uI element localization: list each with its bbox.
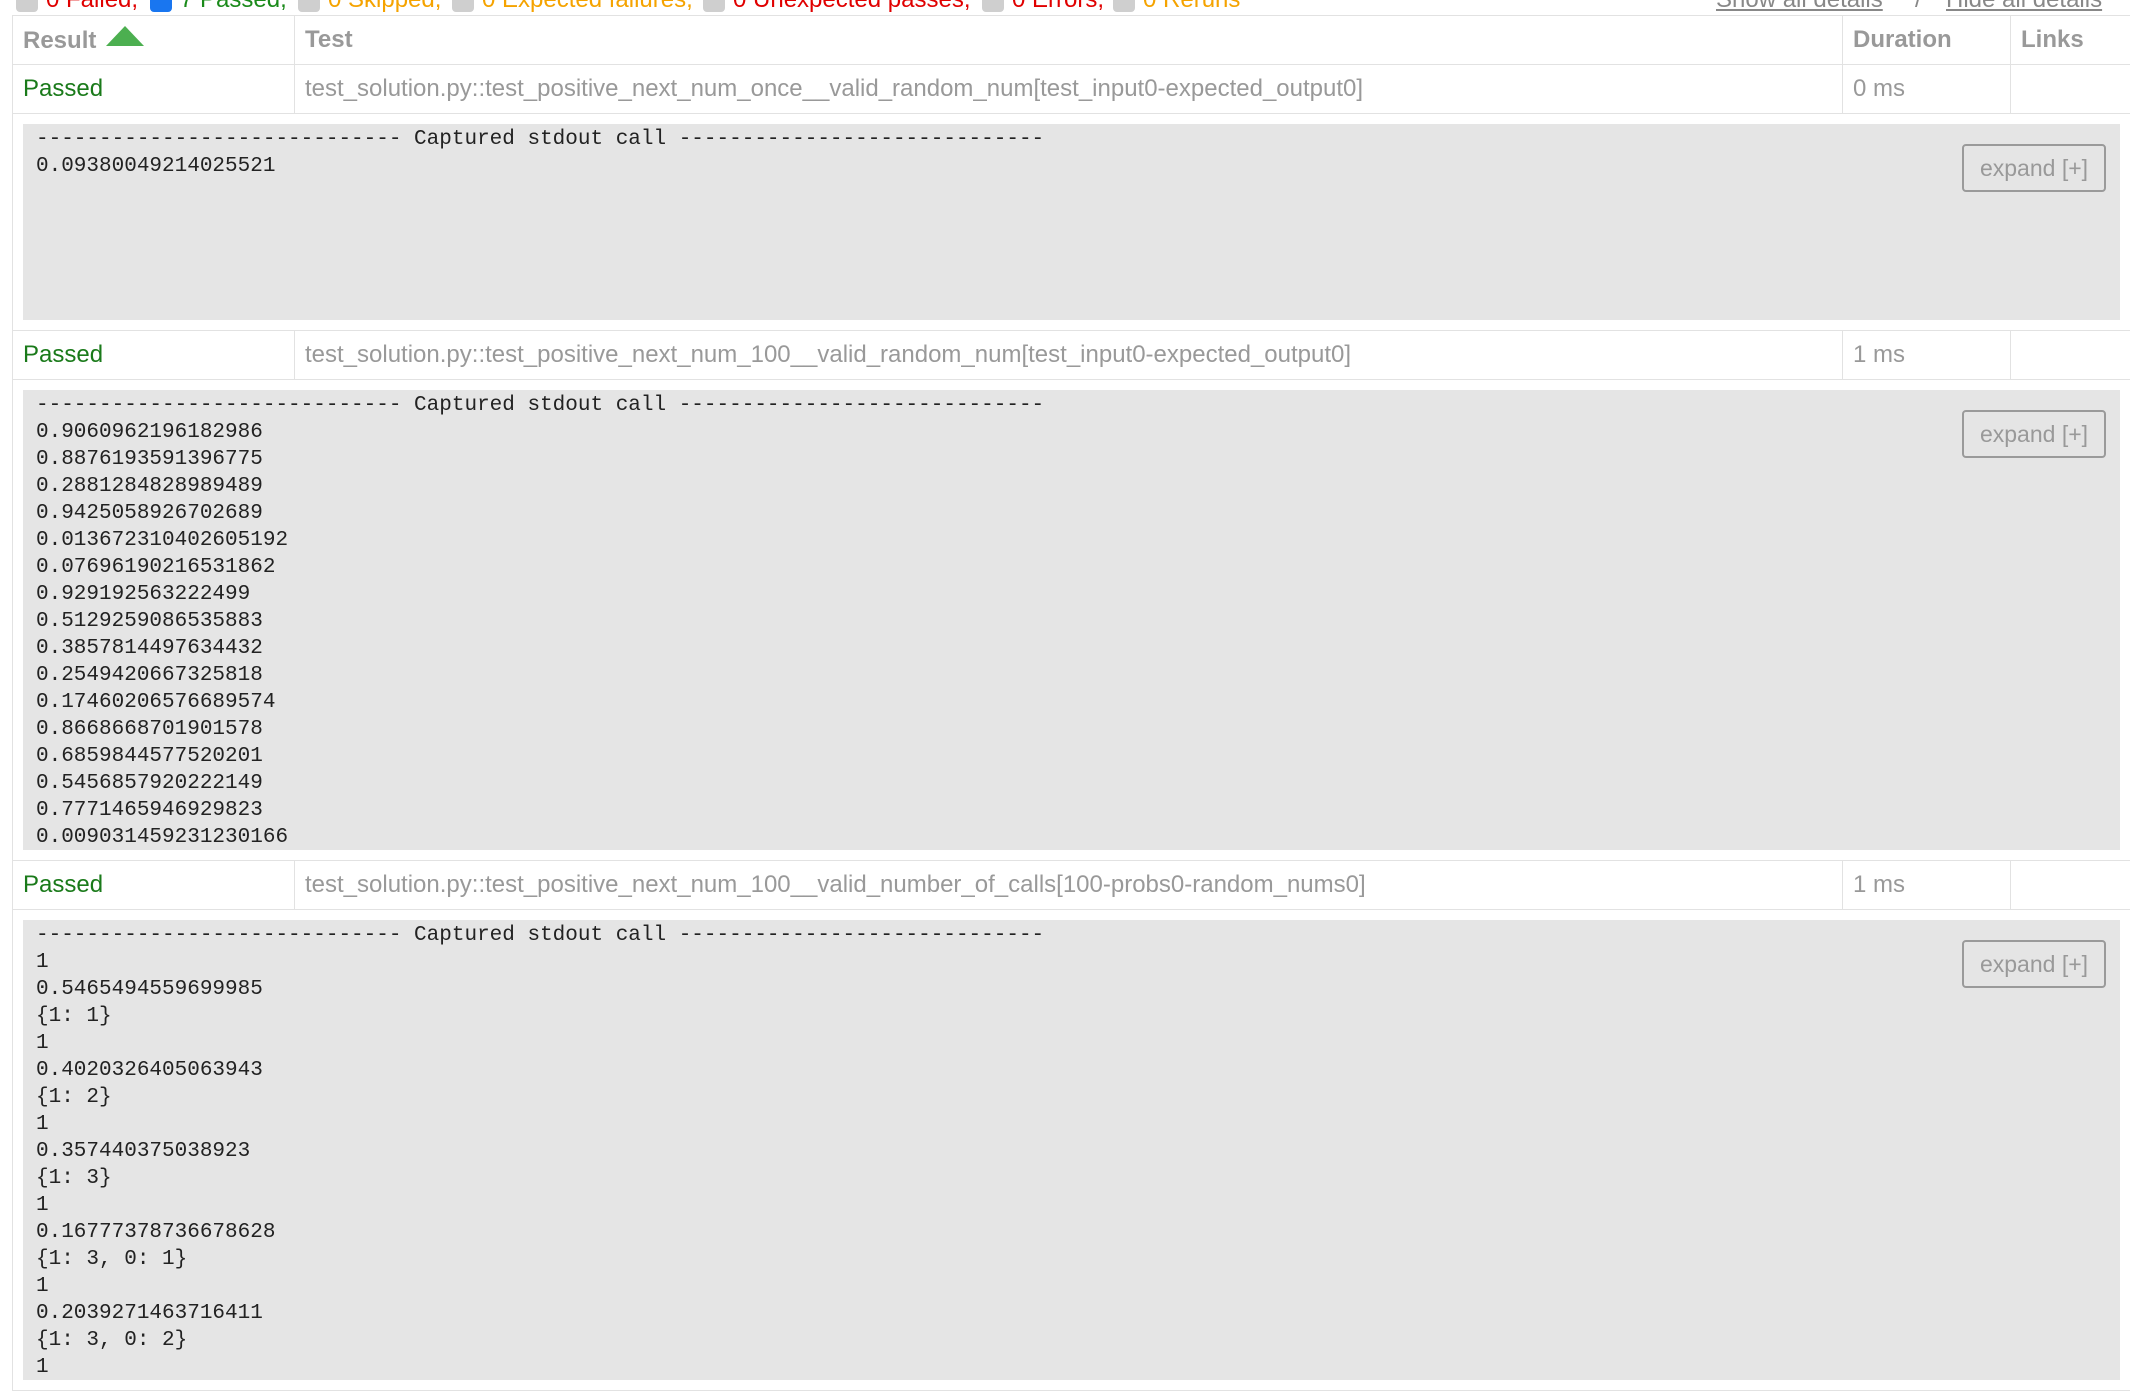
filter-skipped[interactable]: 0 Skipped, [298, 0, 441, 14]
checkbox-failed[interactable] [16, 0, 38, 12]
duration-cell: 1 ms [1842, 860, 2011, 910]
log-row: ----------------------------- Captured s… [12, 379, 2130, 861]
results-header-row: Result Test Duration Links [12, 15, 2130, 65]
test-name-cell: test_solution.py::test_positive_next_num… [294, 64, 1843, 114]
sort-ascending-icon [106, 25, 145, 46]
log-text: ----------------------------- Captured s… [36, 394, 1045, 849]
result-cell: Passed [12, 330, 295, 380]
log-cell: ----------------------------- Captured s… [12, 909, 2130, 1391]
test-result-group: Passed test_solution.py::test_positive_n… [12, 860, 2130, 1391]
filter-reruns[interactable]: 0 Reruns [1113, 0, 1240, 14]
log-row: ----------------------------- Captured s… [12, 909, 2130, 1391]
filter-errors[interactable]: 0 Errors, [982, 0, 1104, 14]
show-all-details-link[interactable]: Show all details [1716, 0, 1883, 14]
captured-log: ----------------------------- Captured s… [23, 124, 2120, 320]
filter-passed[interactable]: 7 Passed, [150, 0, 287, 14]
duration-cell: 1 ms [1842, 330, 2011, 380]
column-header-duration[interactable]: Duration [1842, 15, 2011, 65]
hide-all-details-link[interactable]: Hide all details [1946, 0, 2102, 14]
expand-button[interactable]: expand [+] [1962, 144, 2106, 192]
captured-log: ----------------------------- Captured s… [23, 920, 2120, 1380]
expand-button[interactable]: expand [+] [1962, 940, 2106, 988]
column-header-links: Links [2010, 15, 2130, 65]
checkbox-reruns[interactable] [1113, 0, 1135, 12]
captured-log: ----------------------------- Captured s… [23, 390, 2120, 850]
log-text: ----------------------------- Captured s… [36, 924, 1045, 1379]
filter-failed[interactable]: 0 Failed, [16, 0, 138, 14]
log-cell: ----------------------------- Captured s… [12, 379, 2130, 861]
table-row[interactable]: Passed test_solution.py::test_positive_n… [12, 330, 2130, 380]
column-header-result[interactable]: Result [12, 15, 295, 65]
links-cell [2010, 330, 2130, 380]
test-result-group: Passed test_solution.py::test_positive_n… [12, 64, 2130, 331]
result-filters: 0 Failed, 7 Passed, 0 Skipped, 0 Expecte… [0, 0, 2130, 14]
checkbox-skipped[interactable] [298, 0, 320, 12]
links-cell [2010, 860, 2130, 910]
result-cell: Passed [12, 64, 295, 114]
result-cell: Passed [12, 860, 295, 910]
results-table: Result Test Duration Links Passed test_s… [12, 15, 2130, 1391]
duration-cell: 0 ms [1842, 64, 2011, 114]
checkbox-errors[interactable] [982, 0, 1004, 12]
test-name-cell: test_solution.py::test_positive_next_num… [294, 860, 1843, 910]
test-name-cell: test_solution.py::test_positive_next_num… [294, 330, 1843, 380]
checkbox-passed[interactable] [150, 0, 172, 12]
filter-unexpected-passes[interactable]: 0 Unexpected passes, [703, 0, 970, 14]
filter-expected-failures[interactable]: 0 Expected failures, [452, 0, 693, 14]
column-header-test[interactable]: Test [294, 15, 1843, 65]
log-text: ----------------------------- Captured s… [36, 128, 1045, 178]
log-row: ----------------------------- Captured s… [12, 113, 2130, 331]
expand-button[interactable]: expand [+] [1962, 410, 2106, 458]
checkbox-unexpected-passes[interactable] [703, 0, 725, 12]
test-result-group: Passed test_solution.py::test_positive_n… [12, 330, 2130, 861]
checkbox-expected-failures[interactable] [452, 0, 474, 12]
log-cell: ----------------------------- Captured s… [12, 113, 2130, 331]
table-row[interactable]: Passed test_solution.py::test_positive_n… [12, 64, 2130, 114]
links-cell [2010, 64, 2130, 114]
details-links-separator: / [1915, 0, 1922, 14]
table-row[interactable]: Passed test_solution.py::test_positive_n… [12, 860, 2130, 910]
